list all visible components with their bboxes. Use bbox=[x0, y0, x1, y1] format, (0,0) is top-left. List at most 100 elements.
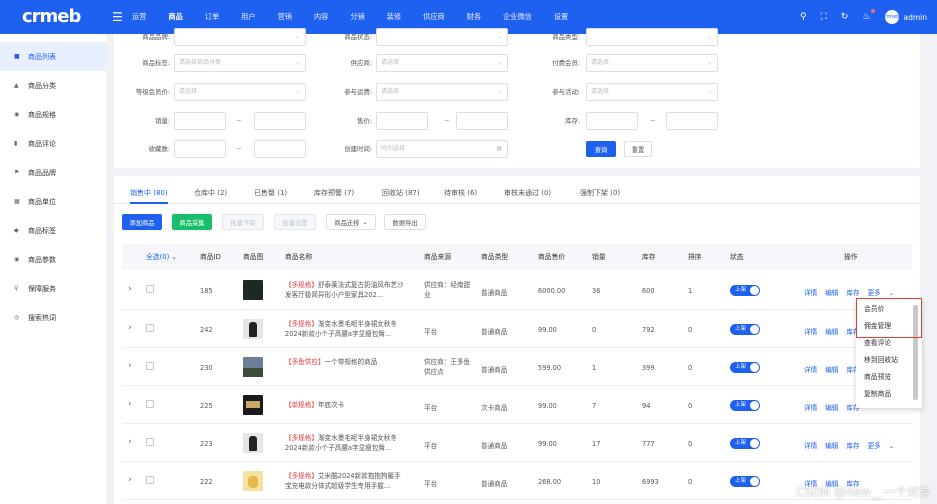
tab-sold-out[interactable]: 已售罄 (1) bbox=[254, 186, 287, 204]
stock-link[interactable]: 库存 bbox=[846, 442, 859, 450]
detail-link[interactable]: 详情 bbox=[804, 404, 817, 412]
product-thumbnail[interactable] bbox=[243, 280, 263, 300]
stock-min-input[interactable] bbox=[586, 112, 638, 130]
product-tag-select[interactable]: 请选择商品分类 ⌄ bbox=[174, 54, 306, 72]
nav-item-wecom[interactable]: 企业微信 bbox=[503, 12, 532, 22]
sidebar-item-param[interactable]: ◉ 商品参数 bbox=[0, 245, 106, 274]
edit-link[interactable]: 编辑 bbox=[825, 366, 838, 374]
expand-icon[interactable]: › bbox=[128, 399, 132, 409]
nav-item-product[interactable]: 商品 bbox=[168, 12, 182, 22]
stock-link[interactable]: 库存 bbox=[846, 289, 859, 297]
expand-icon[interactable]: › bbox=[128, 323, 132, 333]
sidebar-item-spec[interactable]: ◉ 商品规格 bbox=[0, 100, 106, 129]
add-product-button[interactable]: 添加商品 bbox=[122, 214, 162, 230]
product-thumbnail[interactable] bbox=[243, 319, 263, 339]
menu-toggle-icon[interactable]: ☰ bbox=[112, 10, 123, 24]
product-name[interactable]: 【多规格】渐变水墨毛呢半身裙女秋冬2024新款小个子高腰a字显瘦包臀... bbox=[285, 433, 407, 453]
sidebar-item-review[interactable]: ▮ 商品评论 bbox=[0, 129, 106, 158]
sidebar-item-brand[interactable]: ⚑ 商品品牌 bbox=[0, 158, 106, 187]
sales-max-input[interactable] bbox=[254, 112, 306, 130]
status-select[interactable]: ⌄ bbox=[376, 28, 508, 46]
product-name[interactable]: 【多规格】渐变水墨毛呢半身裙女秋冬2024新款小个子高腰a字显瘦包臀... bbox=[285, 319, 407, 339]
status-toggle[interactable]: 上架 bbox=[730, 476, 760, 487]
tab-forced-off[interactable]: 强制下架 (0) bbox=[580, 186, 620, 204]
expand-icon[interactable]: › bbox=[128, 361, 132, 371]
sidebar-item-product-list[interactable]: ■ 商品列表 bbox=[0, 42, 106, 71]
crmeb-logo[interactable]: crmeb bbox=[22, 6, 81, 27]
row-checkbox[interactable] bbox=[146, 400, 154, 408]
reset-button[interactable]: 重置 bbox=[624, 141, 652, 157]
avatar[interactable]: crmeb bbox=[884, 10, 899, 24]
nav-item-content[interactable]: 内容 bbox=[314, 12, 328, 22]
created-time-picker[interactable]: 时间选择 ▦ bbox=[376, 140, 508, 158]
product-thumbnail[interactable] bbox=[243, 471, 263, 491]
detail-link[interactable]: 详情 bbox=[804, 289, 817, 297]
brand-select[interactable]: ⌄ bbox=[174, 28, 306, 46]
sales-min-input[interactable] bbox=[174, 112, 226, 130]
row-checkbox[interactable] bbox=[146, 438, 154, 446]
tab-pending[interactable]: 待审核 (6) bbox=[444, 186, 477, 204]
activity-select[interactable]: 请选择 ⌄ bbox=[586, 83, 718, 101]
supplier-select[interactable]: 请选择 ⌄ bbox=[376, 54, 508, 72]
tab-on-sale[interactable]: 销售中 (80) bbox=[130, 186, 168, 204]
nav-item-settings[interactable]: 设置 bbox=[554, 12, 568, 22]
tab-stock-alert[interactable]: 库存预警 (7) bbox=[314, 186, 354, 204]
search-icon[interactable]: ⚲ bbox=[800, 12, 807, 22]
status-toggle[interactable]: 上架 bbox=[730, 285, 760, 296]
product-name[interactable]: 【单规格】年底次卡 bbox=[285, 400, 407, 410]
price-max-input[interactable] bbox=[456, 112, 508, 130]
batch-off-button[interactable]: 批量下架 bbox=[222, 214, 264, 230]
product-thumbnail[interactable] bbox=[243, 357, 263, 377]
nav-item-order[interactable]: 订单 bbox=[205, 12, 219, 22]
row-checkbox[interactable] bbox=[146, 285, 154, 293]
expand-icon[interactable]: › bbox=[128, 284, 132, 294]
nav-item-operation[interactable]: 运营 bbox=[132, 12, 146, 22]
paid-member-select[interactable]: 请选择 ⌄ bbox=[586, 54, 718, 72]
row-checkbox[interactable] bbox=[146, 476, 154, 484]
fav-min-input[interactable] bbox=[174, 140, 226, 158]
nav-item-distribution[interactable]: 分销 bbox=[350, 12, 364, 22]
status-toggle[interactable]: 上架 bbox=[730, 438, 760, 449]
fav-max-input[interactable] bbox=[254, 140, 306, 158]
row-checkbox[interactable] bbox=[146, 324, 154, 332]
edit-link[interactable]: 编辑 bbox=[825, 442, 838, 450]
expand-icon[interactable]: › bbox=[128, 437, 132, 447]
level-price-select[interactable]: 请选择 ⌄ bbox=[174, 83, 306, 101]
detail-link[interactable]: 详情 bbox=[804, 442, 817, 450]
refresh-icon[interactable]: ↻ bbox=[841, 12, 849, 22]
search-button[interactable]: 查询 bbox=[586, 141, 616, 157]
stock-max-input[interactable] bbox=[666, 112, 718, 130]
nav-item-decoration[interactable]: 装修 bbox=[387, 12, 401, 22]
product-name[interactable]: 【多规格】舒泰莱法式复古奶油风布艺沙发客厅极简异形小户型家具202... bbox=[285, 280, 407, 300]
username[interactable]: admin bbox=[904, 13, 928, 22]
shipping-select[interactable]: 请选择 ⌄ bbox=[376, 83, 508, 101]
product-thumbnail[interactable] bbox=[243, 433, 263, 453]
product-name[interactable]: 【多鱼供应】一个带规格的商品 bbox=[285, 357, 407, 367]
tab-recycle[interactable]: 回收站 (87) bbox=[382, 186, 420, 204]
more-link[interactable]: 更多 ⌄ bbox=[868, 289, 895, 297]
nav-item-user[interactable]: 用户 bbox=[241, 12, 255, 22]
expand-icon[interactable]: › bbox=[128, 475, 132, 485]
bell-icon[interactable]: ♨ bbox=[862, 9, 875, 22]
sidebar-item-unit[interactable]: ▦ 商品单位 bbox=[0, 187, 106, 216]
nav-item-finance[interactable]: 财务 bbox=[467, 12, 481, 22]
more-link[interactable]: 更多 ⌄ bbox=[868, 442, 895, 450]
sidebar-item-guarantee[interactable]: ⚲ 保障服务 bbox=[0, 274, 106, 303]
nav-item-marketing[interactable]: 营销 bbox=[278, 12, 292, 22]
edit-link[interactable]: 编辑 bbox=[825, 289, 838, 297]
batch-set-button[interactable]: 批量设置 bbox=[274, 214, 316, 230]
sidebar-item-category[interactable]: ▲ 商品分类 bbox=[0, 71, 106, 100]
product-name[interactable]: 【多规格】艾米酷2024新款抱抱狗暖手宝充电款分体式超级学生专用手握... bbox=[285, 471, 407, 491]
move-product-dropdown[interactable]: 商品迁移 ⌄ bbox=[326, 214, 376, 230]
price-min-input[interactable] bbox=[376, 112, 428, 130]
row-checkbox[interactable] bbox=[146, 362, 154, 370]
tab-warehouse[interactable]: 仓库中 (2) bbox=[194, 186, 227, 204]
detail-link[interactable]: 详情 bbox=[804, 366, 817, 374]
status-toggle[interactable]: 上架 bbox=[730, 324, 760, 335]
fullscreen-icon[interactable]: ⛶ bbox=[821, 12, 827, 22]
detail-link[interactable]: 详情 bbox=[804, 328, 817, 336]
type-select[interactable]: ⌄ bbox=[586, 28, 718, 46]
export-button[interactable]: 数据导出 bbox=[384, 214, 426, 230]
sidebar-item-hot-search[interactable]: ◎ 搜索热词 bbox=[0, 303, 106, 332]
product-thumbnail[interactable] bbox=[243, 395, 263, 415]
